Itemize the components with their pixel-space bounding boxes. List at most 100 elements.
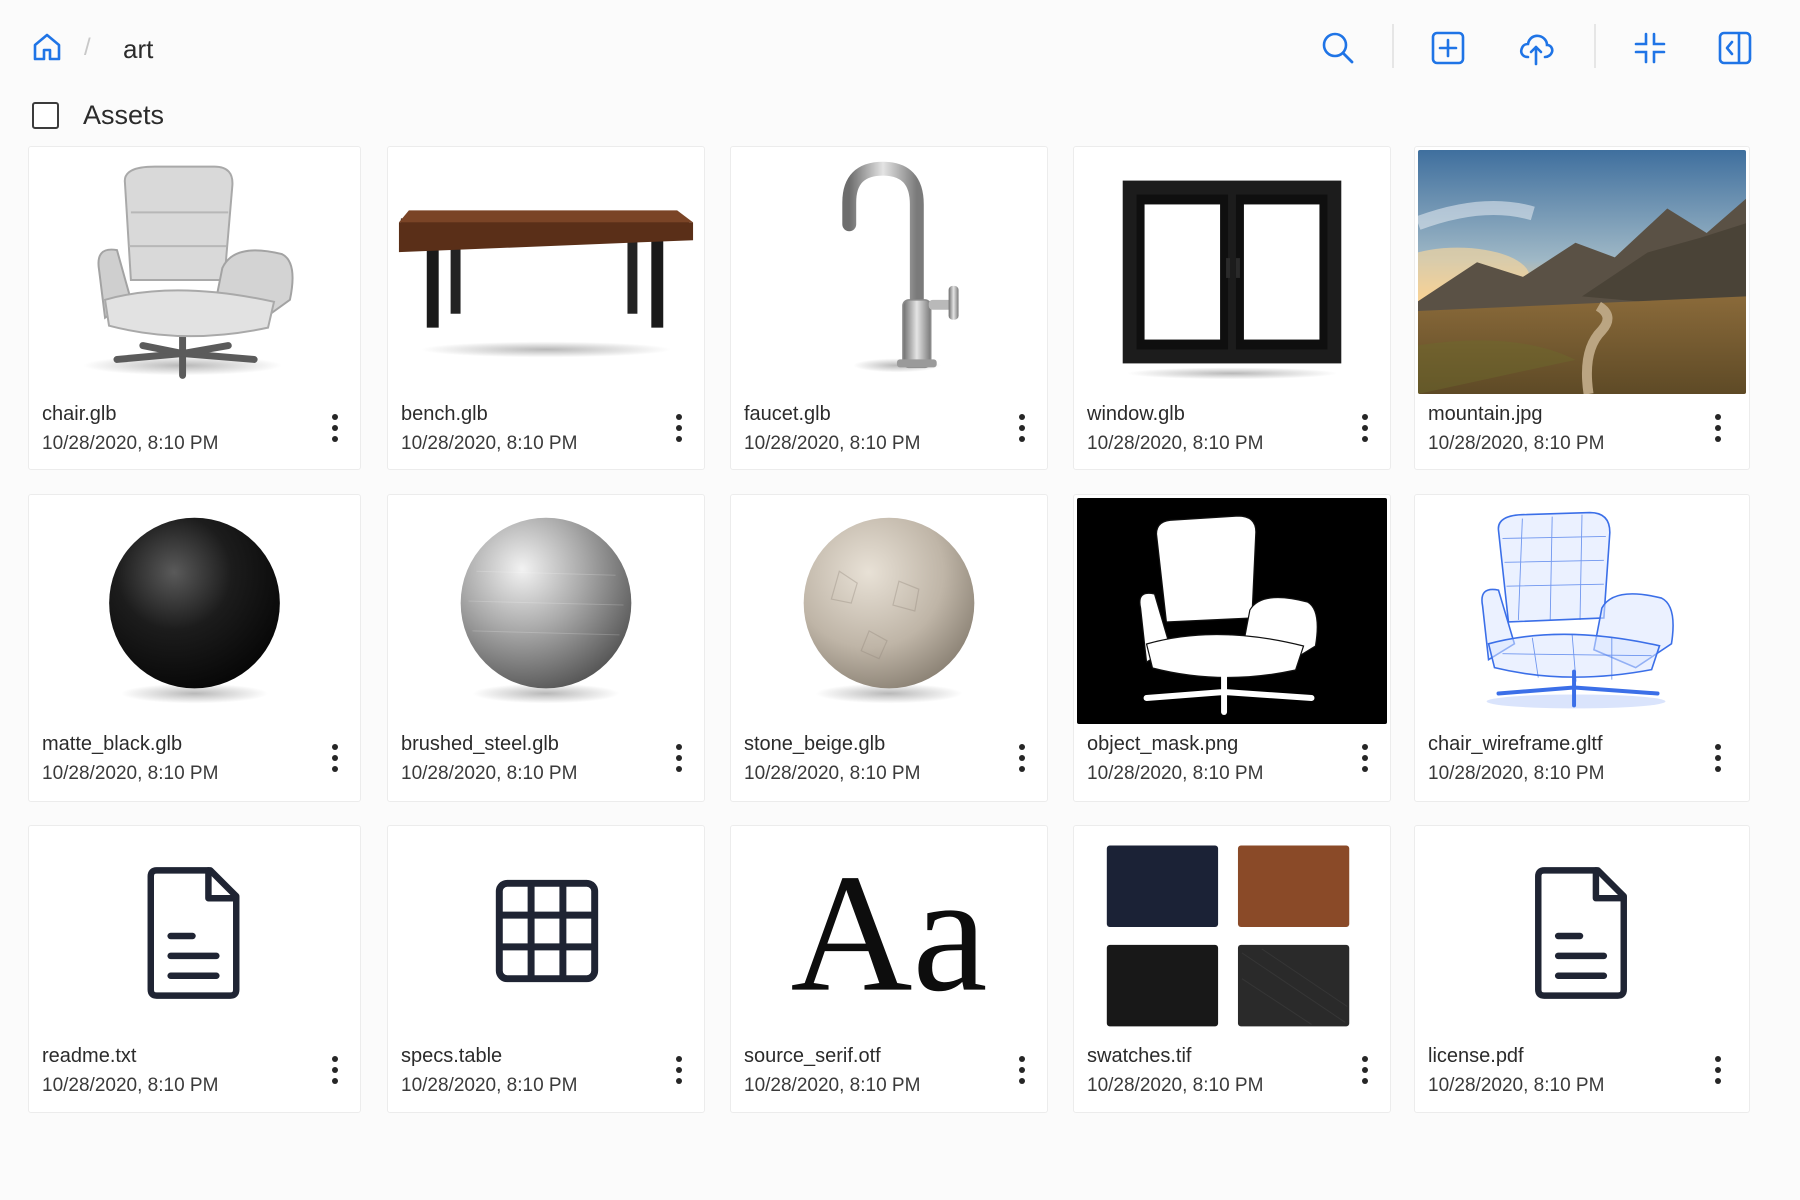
asset-date: 10/28/2020, 8:10 PM (744, 763, 921, 784)
window-preview (1122, 180, 1342, 380)
sphere-black-preview (109, 517, 280, 704)
toolbar-divider (1594, 24, 1596, 68)
faucet-preview (842, 161, 959, 373)
asset-card[interactable]: mountain.jpg 10/28/2020, 8:10 PM (1414, 146, 1750, 470)
asset-thumbnail (32, 150, 357, 394)
asset-name[interactable]: license.pdf (1428, 1045, 1524, 1068)
more-options-icon[interactable] (668, 741, 690, 775)
asset-date: 10/28/2020, 8:10 PM (401, 763, 578, 784)
breadcrumb-separator: / (84, 34, 91, 61)
more-options-icon[interactable] (1354, 1053, 1376, 1087)
asset-thumbnail (734, 150, 1044, 394)
asset-card[interactable]: brushed_steel.glb 10/28/2020, 8:10 PM (387, 494, 705, 802)
asset-date: 10/28/2020, 8:10 PM (744, 433, 921, 454)
upload-button[interactable] (1514, 26, 1558, 70)
asset-name[interactable]: window.glb (1087, 403, 1185, 426)
more-options-icon[interactable] (1707, 1053, 1729, 1087)
plus-square-icon (1431, 31, 1465, 65)
asset-date: 10/28/2020, 8:10 PM (744, 1075, 921, 1096)
asset-card[interactable]: bench.glb 10/28/2020, 8:10 PM (387, 146, 705, 470)
asset-name[interactable]: readme.txt (42, 1045, 136, 1068)
asset-date: 10/28/2020, 8:10 PM (42, 433, 219, 454)
asset-name[interactable]: chair_wireframe.gltf (1428, 733, 1603, 756)
top-bar: / art (0, 0, 1800, 96)
asset-thumbnail (391, 150, 701, 394)
asset-date: 10/28/2020, 8:10 PM (1087, 433, 1264, 454)
collapse-button[interactable] (1628, 26, 1672, 70)
new-item-button[interactable] (1426, 26, 1470, 70)
asset-name[interactable]: chair.glb (42, 403, 117, 426)
font-sample-preview: Aa (791, 839, 988, 1027)
more-options-icon[interactable] (1011, 1053, 1033, 1087)
asset-name[interactable]: swatches.tif (1087, 1045, 1191, 1068)
sidebar-collapse-icon (1718, 31, 1752, 65)
asset-date: 10/28/2020, 8:10 PM (42, 763, 219, 784)
search-icon (1322, 32, 1354, 64)
asset-name[interactable]: source_serif.otf (744, 1045, 881, 1068)
asset-card[interactable]: matte_black.glb 10/28/2020, 8:10 PM (28, 494, 361, 802)
asset-name[interactable]: stone_beige.glb (744, 733, 885, 756)
asset-date: 10/28/2020, 8:10 PM (42, 1075, 219, 1096)
asset-name[interactable]: faucet.glb (744, 403, 831, 426)
asset-card[interactable]: object_mask.png 10/28/2020, 8:10 PM (1073, 494, 1391, 802)
asset-name[interactable]: mountain.jpg (1428, 403, 1543, 426)
toolbar-divider (1392, 24, 1394, 68)
mask-preview (1077, 498, 1387, 724)
wireframe-preview (1481, 511, 1674, 709)
breadcrumb-current-folder[interactable]: art (123, 34, 153, 65)
select-all-checkbox[interactable] (32, 101, 59, 129)
asset-card[interactable]: faucet.glb 10/28/2020, 8:10 PM (730, 146, 1048, 470)
asset-thumbnail (1418, 498, 1746, 724)
asset-card[interactable]: specs.table 10/28/2020, 8:10 PM (387, 825, 705, 1113)
more-options-icon[interactable] (1011, 741, 1033, 775)
asset-card[interactable]: chair.glb 10/28/2020, 8:10 PM (28, 146, 361, 470)
asset-date: 10/28/2020, 8:10 PM (1428, 433, 1605, 454)
asset-name[interactable]: brushed_steel.glb (401, 733, 559, 756)
chair-preview (83, 165, 294, 379)
asset-date: 10/28/2020, 8:10 PM (1087, 1075, 1264, 1096)
mountain-preview (1418, 150, 1746, 394)
asset-date: 10/28/2020, 8:10 PM (1428, 1075, 1605, 1096)
more-options-icon[interactable] (1707, 741, 1729, 775)
asset-date: 10/28/2020, 8:10 PM (1428, 763, 1605, 784)
asset-card[interactable]: license.pdf 10/28/2020, 8:10 PM (1414, 825, 1750, 1113)
asset-thumbnail (734, 498, 1044, 724)
asset-thumbnail (1077, 498, 1387, 724)
asset-thumbnail (32, 498, 357, 724)
asset-browser: / art Assets chair.glb 10/28/2020, 8:10 … (0, 0, 1800, 1200)
asset-name[interactable]: matte_black.glb (42, 733, 182, 756)
more-options-icon[interactable] (324, 741, 346, 775)
table-icon (495, 879, 599, 983)
asset-thumbnail (32, 829, 357, 1035)
asset-card[interactable]: window.glb 10/28/2020, 8:10 PM (1073, 146, 1391, 470)
more-options-icon[interactable] (1011, 411, 1033, 445)
sphere-steel-preview (460, 517, 632, 704)
more-options-icon[interactable] (668, 411, 690, 445)
more-options-icon[interactable] (1707, 411, 1729, 445)
asset-card[interactable]: readme.txt 10/28/2020, 8:10 PM (28, 825, 361, 1113)
asset-card[interactable]: chair_wireframe.gltf 10/28/2020, 8:10 PM (1414, 494, 1750, 802)
asset-thumbnail (1418, 829, 1746, 1035)
more-options-icon[interactable] (324, 411, 346, 445)
toggle-panel-button[interactable] (1713, 26, 1757, 70)
asset-name[interactable]: bench.glb (401, 403, 488, 426)
asset-date: 10/28/2020, 8:10 PM (401, 1075, 578, 1096)
asset-thumbnail (391, 829, 701, 1035)
sphere-stone-preview (803, 517, 975, 704)
asset-name[interactable]: specs.table (401, 1045, 502, 1068)
asset-name[interactable]: object_mask.png (1087, 733, 1238, 756)
section-header: Assets (32, 98, 164, 132)
asset-thumbnail (1077, 829, 1387, 1035)
asset-card[interactable]: Aa source_serif.otf 10/28/2020, 8:10 PM (730, 825, 1048, 1113)
more-options-icon[interactable] (668, 1053, 690, 1087)
asset-date: 10/28/2020, 8:10 PM (401, 433, 578, 454)
asset-thumbnail (1077, 150, 1387, 394)
asset-card[interactable]: stone_beige.glb 10/28/2020, 8:10 PM (730, 494, 1048, 802)
home-icon[interactable] (30, 30, 64, 64)
bench-preview (398, 210, 694, 358)
asset-card[interactable]: swatches.tif 10/28/2020, 8:10 PM (1073, 825, 1391, 1113)
more-options-icon[interactable] (324, 1053, 346, 1087)
more-options-icon[interactable] (1354, 741, 1376, 775)
more-options-icon[interactable] (1354, 411, 1376, 445)
search-button[interactable] (1316, 26, 1360, 70)
